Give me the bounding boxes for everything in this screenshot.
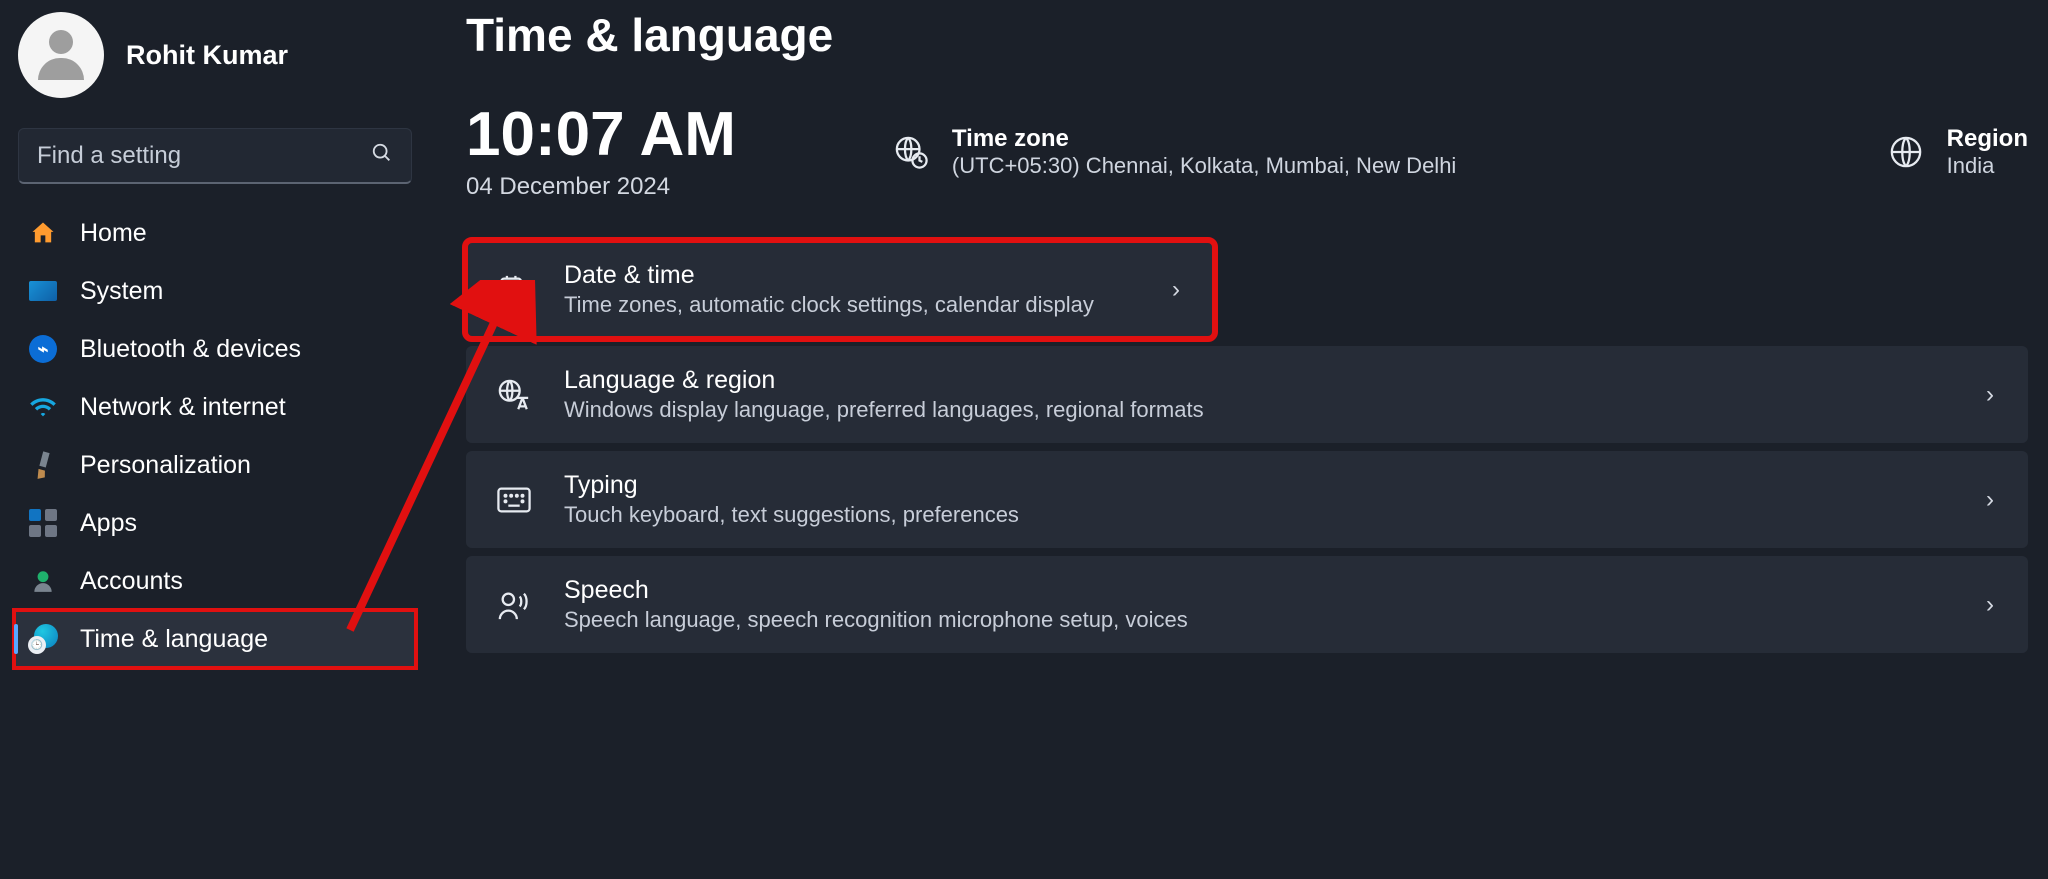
sidebar-item-label: Network & internet <box>80 393 286 422</box>
card-title: Speech <box>564 576 1956 605</box>
system-icon <box>28 276 58 306</box>
main-content: Time & language 10:07 AM 04 December 202… <box>430 0 2048 879</box>
wifi-icon <box>28 392 58 422</box>
time-block: 10:07 AM 04 December 2024 <box>466 102 736 201</box>
sidebar-item-accounts[interactable]: Accounts <box>14 552 416 610</box>
timezone-value: (UTC+05:30) Chennai, Kolkata, Mumbai, Ne… <box>952 153 1456 179</box>
sidebar-item-label: Home <box>80 219 147 248</box>
apps-icon <box>28 508 58 538</box>
globe-icon <box>1887 133 1925 171</box>
sidebar-item-label: Personalization <box>80 451 251 480</box>
paintbrush-icon <box>23 445 64 486</box>
card-typing[interactable]: Typing Touch keyboard, text suggestions,… <box>466 451 2028 548</box>
timezone-block[interactable]: Time zone (UTC+05:30) Chennai, Kolkata, … <box>892 125 1456 179</box>
sidebar-item-label: Time & language <box>80 625 268 654</box>
sidebar-item-label: Bluetooth & devices <box>80 335 301 364</box>
card-subtitle: Time zones, automatic clock settings, ca… <box>564 292 1142 318</box>
search-icon <box>371 142 393 170</box>
card-language-region[interactable]: Language & region Windows display langua… <box>466 346 2028 443</box>
home-icon <box>28 218 58 248</box>
sidebar-item-apps[interactable]: Apps <box>14 494 416 552</box>
timezone-label: Time zone <box>952 125 1456 153</box>
calendar-clock-icon <box>494 270 534 310</box>
nav-list: Home System ⌁ Bluetooth & devices Networ… <box>14 204 416 668</box>
region-value: India <box>1947 153 2028 179</box>
sidebar-item-personalization[interactable]: Personalization <box>14 436 416 494</box>
sidebar: Rohit Kumar Home System ⌁ Bluetooth & de… <box>0 0 430 879</box>
language-icon <box>494 375 534 415</box>
region-block[interactable]: Region India <box>1887 125 2028 179</box>
current-time: 10:07 AM <box>466 102 736 167</box>
keyboard-icon <box>494 480 534 520</box>
chevron-right-icon: › <box>1172 276 1186 304</box>
card-date-time[interactable]: Date & time Time zones, automatic clock … <box>466 241 1214 338</box>
search-input[interactable] <box>37 142 371 170</box>
sidebar-item-label: Accounts <box>80 567 183 596</box>
card-title: Typing <box>564 471 1956 500</box>
chevron-right-icon: › <box>1986 486 2000 514</box>
info-row: 10:07 AM 04 December 2024 Time zone (UTC… <box>466 102 2028 201</box>
bluetooth-icon: ⌁ <box>28 334 58 364</box>
sidebar-item-home[interactable]: Home <box>14 204 416 262</box>
current-date: 04 December 2024 <box>466 173 736 201</box>
sidebar-item-bluetooth[interactable]: ⌁ Bluetooth & devices <box>14 320 416 378</box>
chevron-right-icon: › <box>1986 591 2000 619</box>
card-subtitle: Speech language, speech recognition micr… <box>564 607 1956 633</box>
globe-clock-icon <box>892 133 930 171</box>
sidebar-item-label: Apps <box>80 509 137 538</box>
sidebar-item-label: System <box>80 277 163 306</box>
sidebar-item-time-language[interactable]: 🕒 Time & language <box>14 610 416 668</box>
region-label: Region <box>1947 125 2028 153</box>
avatar <box>18 12 104 98</box>
card-subtitle: Windows display language, preferred lang… <box>564 397 1956 423</box>
speech-icon <box>494 585 534 625</box>
chevron-right-icon: › <box>1986 381 2000 409</box>
person-icon <box>28 566 58 596</box>
sidebar-item-network[interactable]: Network & internet <box>14 378 416 436</box>
page-title: Time & language <box>466 8 2028 62</box>
card-speech[interactable]: Speech Speech language, speech recogniti… <box>466 556 2028 653</box>
card-subtitle: Touch keyboard, text suggestions, prefer… <box>564 502 1956 528</box>
card-title: Date & time <box>564 261 1142 290</box>
search-box[interactable] <box>18 128 412 184</box>
time-language-icon: 🕒 <box>28 624 58 654</box>
user-name: Rohit Kumar <box>126 40 288 71</box>
sidebar-item-system[interactable]: System <box>14 262 416 320</box>
user-account-row[interactable]: Rohit Kumar <box>14 6 416 122</box>
card-title: Language & region <box>564 366 1956 395</box>
settings-cards: Date & time Time zones, automatic clock … <box>466 241 2028 653</box>
